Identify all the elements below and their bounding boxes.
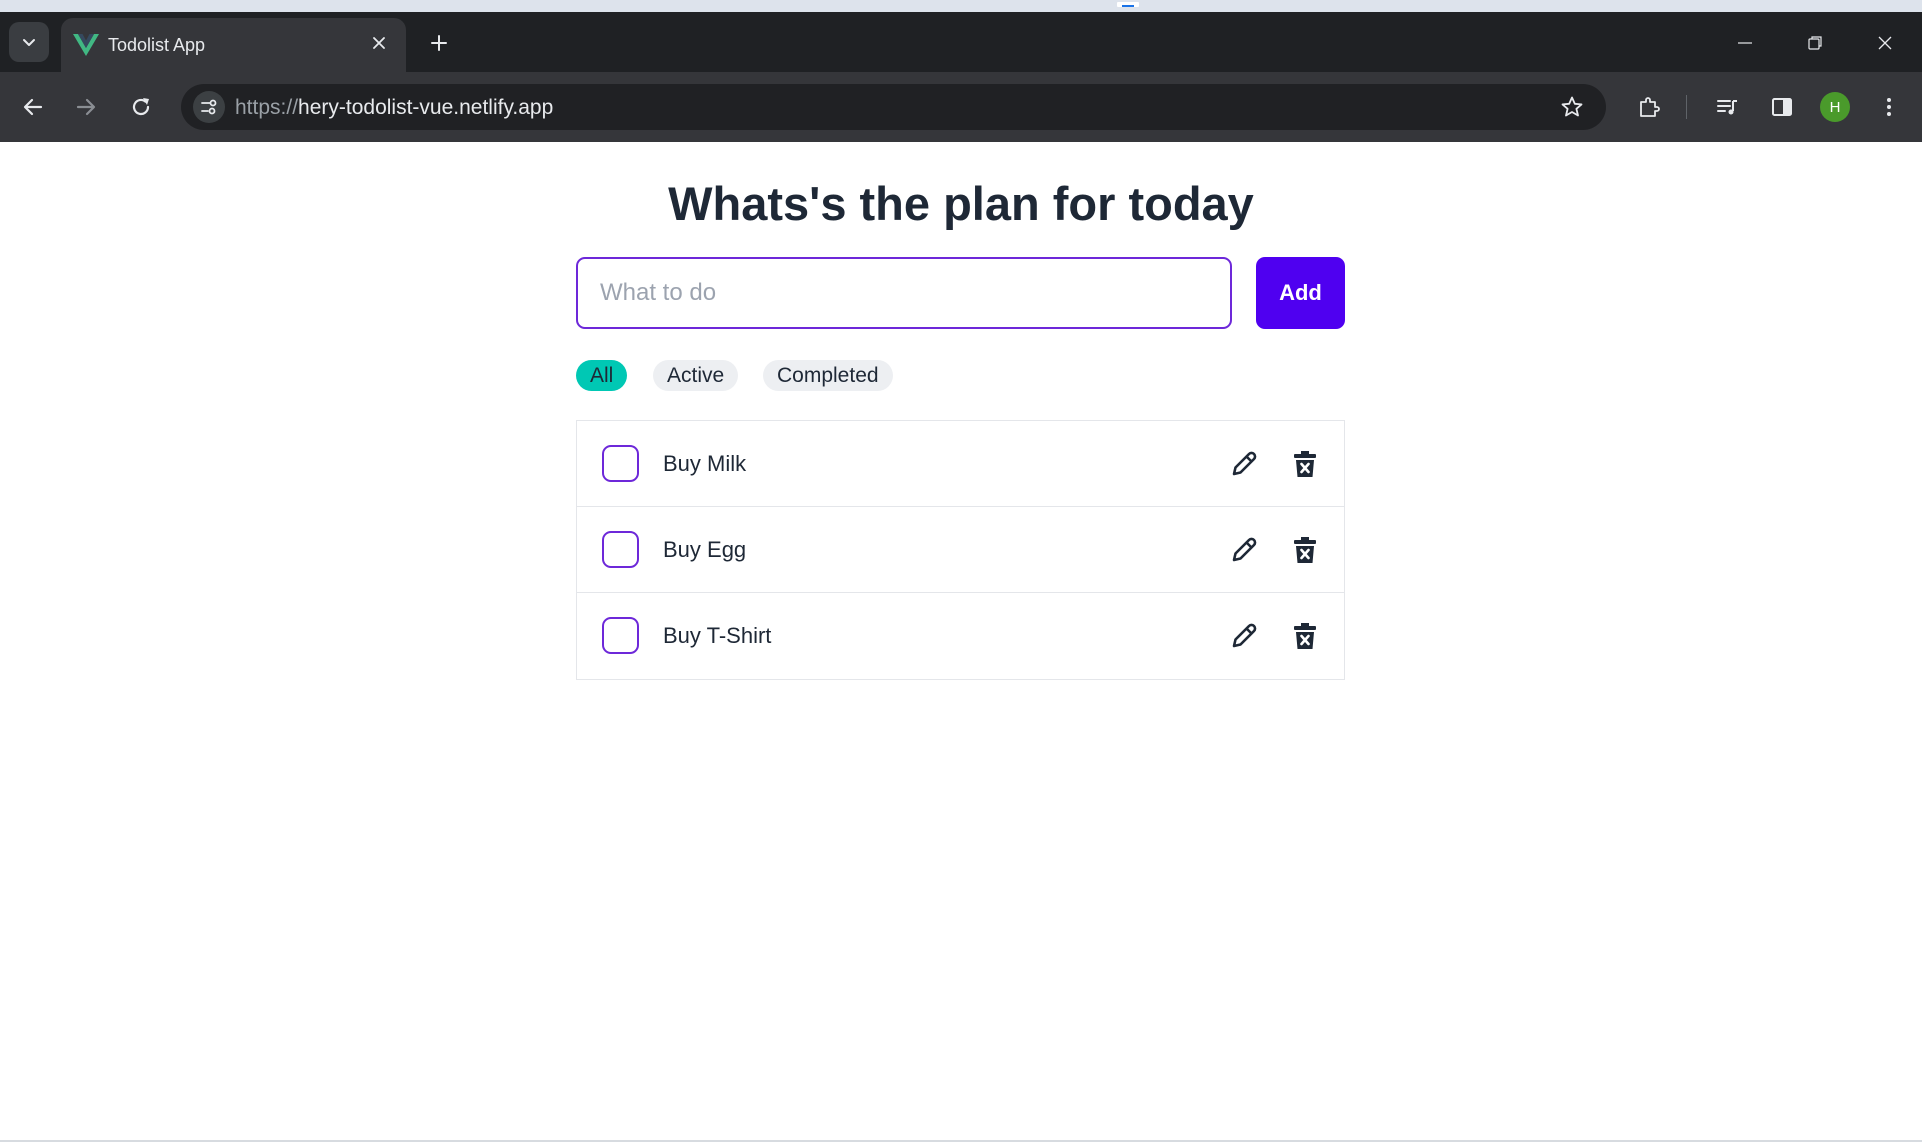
side-panel-icon	[1772, 98, 1792, 116]
url-host: hery-todolist-vue.netlify.app	[298, 96, 554, 119]
todo-checkbox[interactable]	[602, 617, 639, 654]
forward-icon	[76, 98, 96, 116]
edit-todo-button[interactable]	[1227, 447, 1261, 481]
tab-title: Todolist App	[108, 35, 206, 55]
edit-todo-button[interactable]	[1227, 533, 1261, 567]
tab-todolist[interactable]: Todolist App	[61, 18, 406, 72]
extensions-button[interactable]	[1633, 91, 1665, 123]
reload-button[interactable]	[125, 91, 157, 123]
todo-text: Buy Egg	[663, 537, 747, 562]
media-controls-button[interactable]	[1711, 91, 1743, 123]
filter-completed[interactable]: Completed	[763, 360, 893, 391]
edit-todo-button[interactable]	[1227, 619, 1261, 653]
close-icon	[1878, 36, 1892, 50]
page-content: Whats's the plan for today Add All Activ…	[0, 142, 1922, 1142]
trash-icon	[1294, 623, 1316, 649]
todo-text: Buy T-Shirt	[663, 623, 772, 648]
tab-close-button[interactable]	[367, 31, 391, 55]
forward-button[interactable]	[70, 91, 102, 123]
bookmark-button[interactable]	[1558, 93, 1586, 121]
site-settings-icon	[201, 99, 217, 115]
vue-logo-icon	[73, 34, 99, 56]
toolbar-divider	[1686, 95, 1687, 119]
star-icon	[1561, 96, 1583, 117]
window-top-strip	[0, 0, 1922, 12]
filter-all[interactable]: All	[576, 360, 628, 391]
extensions-icon	[1640, 97, 1660, 117]
new-tab-button[interactable]	[424, 28, 454, 58]
pencil-icon	[1232, 537, 1257, 562]
chevron-down-icon	[23, 39, 35, 46]
side-panel-button[interactable]	[1766, 91, 1798, 123]
close-window-button[interactable]	[1870, 28, 1900, 58]
delete-todo-button[interactable]	[1288, 533, 1322, 567]
trash-icon	[1294, 537, 1316, 563]
todo-text: Buy Milk	[663, 451, 747, 476]
trash-icon	[1294, 451, 1316, 477]
page-title: Whats's the plan for today	[668, 177, 1254, 230]
todo-item: Buy Milk	[577, 421, 1344, 507]
browser-toolbar: https://hery-todolist-vue.netlify.app H	[0, 72, 1922, 142]
back-icon	[23, 98, 43, 116]
menu-icon	[1887, 98, 1891, 116]
filter-active[interactable]: Active	[653, 360, 739, 391]
url-scheme: https://	[235, 96, 299, 119]
todo-list: Buy Milk Buy Egg Buy T-Shirt	[576, 420, 1345, 680]
todo-checkbox[interactable]	[602, 531, 639, 568]
close-icon	[373, 37, 385, 49]
minimize-icon	[1738, 42, 1752, 44]
todo-item: Buy Egg	[577, 507, 1344, 593]
reload-icon	[132, 98, 150, 116]
restore-button[interactable]	[1800, 28, 1830, 58]
tab-bar: Todolist App	[0, 12, 1922, 72]
add-button[interactable]: Add	[1256, 257, 1345, 329]
url-text: https://hery-todolist-vue.netlify.app	[235, 96, 553, 120]
todo-item: Buy T-Shirt	[577, 593, 1344, 679]
profile-avatar[interactable]: H	[1820, 92, 1850, 122]
delete-todo-button[interactable]	[1288, 447, 1322, 481]
pencil-icon	[1232, 623, 1257, 648]
site-info-button[interactable]	[193, 91, 225, 123]
media-icon	[1717, 100, 1737, 115]
todo-input[interactable]	[576, 257, 1232, 329]
todo-checkbox[interactable]	[602, 445, 639, 482]
address-bar[interactable]: https://hery-todolist-vue.netlify.app	[181, 84, 1606, 130]
back-button[interactable]	[17, 91, 49, 123]
plus-icon	[431, 35, 447, 51]
restore-icon	[1808, 36, 1822, 50]
tab-search-button[interactable]	[9, 22, 49, 62]
pencil-icon	[1232, 451, 1257, 476]
delete-todo-button[interactable]	[1288, 619, 1322, 653]
taskbar-indicator	[1117, 2, 1139, 7]
minimize-button[interactable]	[1730, 28, 1760, 58]
browser-menu-button[interactable]	[1873, 91, 1905, 123]
